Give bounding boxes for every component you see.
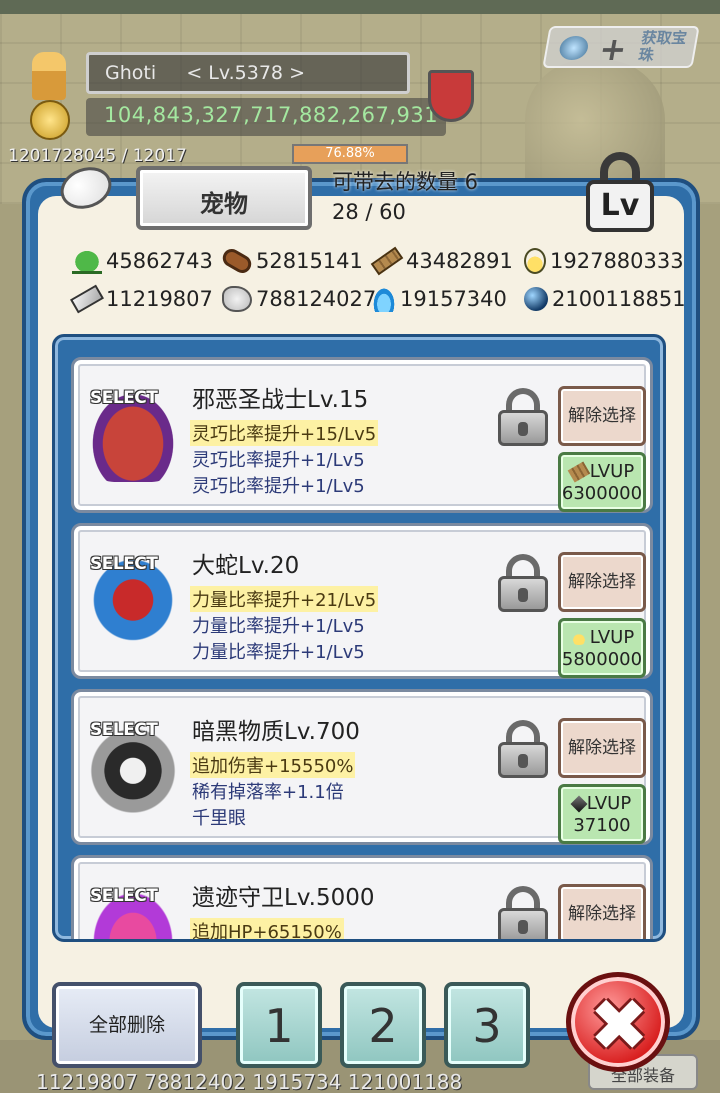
get-gem-label: 获取宝珠	[637, 29, 689, 64]
pet-stat-line: 力量比率提升+1/Lv5	[192, 616, 365, 637]
close-icon: ✖	[589, 983, 650, 1067]
dark-crystal-icon	[570, 795, 588, 813]
pet-lock-button[interactable]	[498, 720, 548, 778]
resource-row-2: 11219807 788124027 19157340 2100118851	[70, 282, 700, 320]
level-up-button[interactable]: LVUP 6300000	[558, 452, 646, 512]
resource-item: 43482891	[370, 246, 513, 276]
deselect-button[interactable]: 解除选择	[558, 718, 646, 778]
pet-card[interactable]: SELECT 遗迹守卫Lv.5000 追加HP+65150% 解除选择	[71, 855, 653, 939]
dialog-title: 宠物	[136, 166, 312, 230]
pet-list-scroll[interactable]: SELECT 邪恶圣战士Lv.15 灵巧比率提升+15/Lv5 灵巧比率提升+1…	[65, 347, 653, 939]
shield-icon	[428, 70, 474, 122]
resource-value: 52815141	[256, 249, 363, 273]
select-badge: SELECT	[90, 720, 158, 740]
resource-row-1: 45862743 52815141 43482891 1927880333	[72, 244, 700, 282]
pet-lock-button[interactable]	[498, 886, 548, 939]
dark-orb-icon	[524, 287, 548, 311]
resource-value: 11219807	[106, 287, 213, 311]
lvup-label: LVUP	[589, 461, 635, 482]
pet-stat-line: 力量比率提升+21/Lv5	[190, 586, 379, 612]
carry-count: 28 / 60	[332, 200, 406, 224]
lvup-label: LVUP	[586, 793, 632, 814]
select-badge: SELECT	[90, 388, 158, 408]
keyhole-icon	[518, 422, 528, 436]
keyhole-icon	[518, 588, 528, 602]
stone-icon	[222, 286, 252, 312]
close-button[interactable]: ✖	[566, 972, 670, 1072]
pet-name: 大蛇Lv.20	[192, 553, 300, 579]
plank-icon	[370, 246, 404, 276]
wood-log-icon	[219, 245, 255, 277]
resource-item: 11219807	[70, 284, 213, 314]
resource-item: 52815141	[219, 245, 363, 277]
slot-3-button[interactable]: 3	[444, 982, 530, 1068]
lock-level-button[interactable]: Lv	[586, 152, 658, 234]
lvup-cost: 6300000	[561, 483, 643, 504]
pet-card[interactable]: SELECT 大蛇Lv.20 力量比率提升+21/Lv5 力量比率提升+1/Lv…	[71, 523, 653, 679]
keyhole-icon	[518, 920, 528, 934]
level-up-button[interactable]: LVUP 37100	[558, 784, 646, 844]
keyhole-icon	[518, 754, 528, 768]
pet-lock-button[interactable]	[498, 388, 548, 446]
select-badge: SELECT	[90, 886, 158, 906]
lvup-cost: 37100	[573, 815, 631, 836]
deselect-button[interactable]: 解除选择	[558, 552, 646, 612]
resource-item: 1927880333	[524, 246, 684, 276]
player-name-panel: Ghoti < Lv.5378 >	[86, 52, 410, 94]
pet-list[interactable]: SELECT 邪恶圣战士Lv.15 灵巧比率提升+15/Lv5 灵巧比率提升+1…	[52, 334, 666, 942]
plank-icon	[567, 461, 591, 483]
resource-item: 19157340	[372, 284, 507, 314]
carry-limit-label: 可带去的数量 6	[332, 170, 479, 194]
gold-coin-icon	[30, 100, 70, 140]
lvup-label: LVUP	[589, 627, 635, 648]
lock-level-icon: Lv	[586, 180, 654, 232]
pet-stat-line: 灵巧比率提升+1/Lv5	[192, 450, 365, 471]
water-drop-icon	[524, 248, 546, 274]
pet-card[interactable]: SELECT 邪恶圣战士Lv.15 灵巧比率提升+15/Lv5 灵巧比率提升+1…	[71, 357, 653, 513]
pet-stat-line: 追加HP+65150%	[190, 918, 344, 939]
resource-value: 19157340	[400, 287, 507, 311]
blue-flame-icon	[372, 286, 396, 312]
resource-item: 45862743	[72, 246, 213, 276]
pet-stat-line: 追加伤害+15550%	[190, 752, 356, 778]
select-badge: SELECT	[90, 554, 158, 574]
slot-2-button[interactable]: 2	[340, 982, 426, 1068]
resource-value: 45862743	[106, 249, 213, 273]
exp-percent-bar: 76.88%	[292, 144, 408, 164]
pet-name: 邪恶圣战士Lv.15	[192, 387, 369, 413]
pet-stat-line: 稀有掉落率+1.1倍	[192, 782, 344, 803]
get-gem-button[interactable]: + 获取宝珠	[542, 26, 700, 68]
lvup-cost: 5800000	[561, 649, 643, 670]
gold-amount: 104,843,327,717,882,267,931	[86, 98, 446, 136]
level-up-button[interactable]: LVUP 5800000	[558, 618, 646, 678]
resource-value: 2100118851	[552, 287, 686, 311]
slot-1-button[interactable]: 1	[236, 982, 322, 1068]
resource-item: 2100118851	[524, 284, 686, 314]
background-resource-text: 11219807 78812402 1915734 121001188	[36, 1070, 463, 1093]
hero-avatar-icon	[32, 52, 66, 100]
exp-text: 1201728045 / 12017	[8, 146, 187, 166]
pet-stat-line: 灵巧比率提升+1/Lv5	[192, 476, 365, 497]
resource-value: 43482891	[406, 249, 513, 273]
deselect-button[interactable]: 解除选择	[558, 386, 646, 446]
pet-lock-button[interactable]	[498, 554, 548, 612]
pet-stat-line: 力量比率提升+1/Lv5	[192, 642, 365, 663]
delete-all-button[interactable]: 全部删除	[52, 982, 202, 1068]
resource-item: 788124027	[222, 284, 376, 314]
metal-bar-icon	[70, 284, 104, 314]
resource-panel: 45862743 52815141 43482891 1927880333 11…	[70, 244, 700, 320]
pet-card[interactable]: SELECT 暗黑物质Lv.700 追加伤害+15550% 稀有掉落率+1.1倍…	[71, 689, 653, 845]
plus-icon: +	[596, 30, 630, 68]
water-drop-icon	[569, 631, 588, 645]
resource-value: 1927880333	[550, 249, 684, 273]
gem-icon	[557, 36, 590, 60]
herb-icon	[72, 248, 102, 274]
pet-name: 暗黑物质Lv.700	[192, 719, 360, 745]
resource-value: 788124027	[256, 287, 377, 311]
pet-stat-line: 千里眼	[192, 808, 246, 829]
pet-name: 遗迹守卫Lv.5000	[192, 885, 375, 911]
deselect-button[interactable]: 解除选择	[558, 884, 646, 939]
pet-stat-line: 灵巧比率提升+15/Lv5	[190, 420, 379, 446]
